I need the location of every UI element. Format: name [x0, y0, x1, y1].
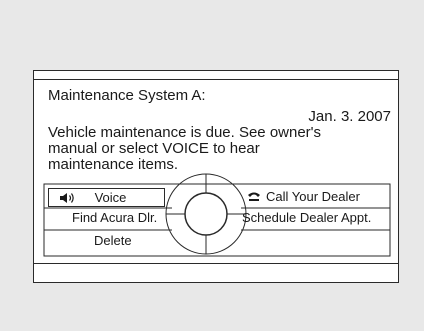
schedule-appointment-button[interactable]: Schedule Dealer Appt. [242, 210, 398, 228]
phone-icon [248, 192, 260, 201]
voice-button[interactable]: Voice [48, 188, 165, 207]
voice-label: Voice [94, 189, 127, 205]
menu-frame [43, 173, 391, 257]
find-dealer-button[interactable]: Find Acura Dlr. [72, 210, 173, 228]
interface-dial-icon[interactable] [184, 192, 228, 236]
call-dealer-label: Call Your Dealer [266, 189, 360, 204]
find-dealer-label: Find Acura Dlr. [72, 210, 158, 225]
display-screen: Maintenance System A: Jan. 3. 2007 Vehic… [33, 70, 399, 283]
delete-button[interactable]: Delete [94, 233, 174, 251]
delete-label: Delete [94, 233, 132, 248]
call-dealer-button[interactable]: Call Your Dealer [247, 189, 397, 207]
speaker-icon [60, 193, 74, 203]
schedule-appointment-label: Schedule Dealer Appt. [242, 210, 372, 225]
bottom-divider [34, 263, 398, 264]
